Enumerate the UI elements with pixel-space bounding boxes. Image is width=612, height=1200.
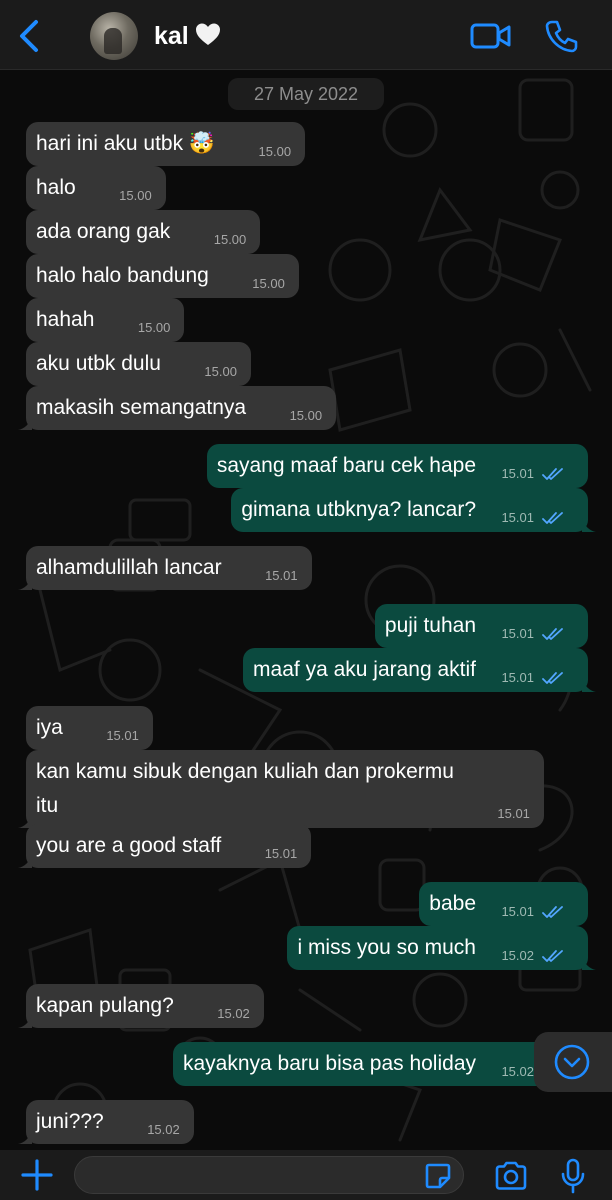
double-check-icon (542, 906, 563, 918)
incoming-message[interactable]: hari ini aku utbk 🤯 15.00 (26, 122, 306, 166)
message-text: ada orang gak (36, 220, 171, 243)
message-time: 15.00 (258, 144, 292, 159)
message-time: 15.00 (204, 364, 237, 379)
message-time: 15.00 (252, 276, 285, 291)
incoming-message[interactable]: halo 15.00 (26, 166, 166, 210)
message-text-line2: itu (36, 794, 59, 817)
scroll-down-button[interactable] (534, 1032, 612, 1092)
microphone-icon[interactable] (560, 1158, 586, 1194)
message-time: 15.02 (147, 1122, 180, 1137)
message-time: 15.01 (501, 904, 534, 919)
incoming-message[interactable]: hahah 15.00 (26, 298, 185, 342)
sticker-icon[interactable] (424, 1162, 452, 1190)
message-time: 15.01 (501, 670, 534, 685)
incoming-message[interactable]: halo halo bandung 15.00 (26, 254, 299, 298)
incoming-message[interactable]: iya 15.01 (26, 706, 153, 750)
outgoing-message[interactable]: gimana utbknya? lancar? 15.01 (231, 488, 596, 532)
outgoing-message[interactable]: i miss you so much 15.02 (287, 926, 596, 970)
outgoing-message[interactable]: maaf ya aku jarang aktif 15.01 (243, 648, 596, 692)
message-text: juni??? (36, 1110, 104, 1133)
video-call-icon[interactable] (470, 20, 512, 52)
bubble-tail (582, 518, 596, 532)
bubble-tail (18, 416, 32, 430)
message-text: hahah (36, 308, 95, 331)
message-text: halo halo bandung (36, 264, 209, 287)
message-time: 15.01 (106, 728, 139, 743)
date-separator: 27 May 2022 (228, 78, 384, 110)
contact-avatar[interactable] (90, 12, 138, 60)
message-text: makasih semangatnya (36, 396, 247, 419)
bubble-tail (18, 854, 32, 868)
incoming-message[interactable]: juni??? 15.02 (18, 1100, 194, 1144)
plus-icon[interactable] (20, 1158, 54, 1192)
bubble-tail (18, 576, 32, 590)
message-time: 15.02 (501, 1064, 534, 1079)
double-check-icon (542, 672, 563, 684)
message-time: 15.00 (213, 232, 247, 247)
message-time: 15.01 (501, 466, 534, 481)
incoming-message[interactable]: aku utbk dulu 15.00 (26, 342, 251, 386)
composer-bar (0, 1150, 612, 1200)
bubble-tail (18, 1130, 32, 1144)
message-time: 15.00 (137, 320, 171, 335)
message-text: puji tuhan (384, 614, 476, 637)
outgoing-message[interactable]: puji tuhan 15.01 (374, 604, 588, 648)
incoming-message[interactable]: you are a good staff 15.01 (18, 824, 312, 868)
incoming-message[interactable]: kan kamu sibuk dengan kuliah dan prokerm… (18, 750, 544, 828)
camera-icon[interactable] (494, 1160, 528, 1192)
bubble-tail (18, 1014, 32, 1028)
message-text: aku utbk dulu (36, 352, 161, 375)
message-list[interactable]: 27 May 2022 hari ini aku utbk 🤯 15.00 halo… (0, 70, 612, 1150)
white-heart-icon (196, 23, 220, 45)
back-chevron-icon[interactable] (14, 18, 44, 54)
message-text: alhamdulillah lancar (36, 556, 222, 579)
incoming-message[interactable]: ada orang gak 15.00 (26, 210, 261, 254)
message-text: babe (429, 892, 476, 915)
outgoing-message[interactable]: babe 15.01 (419, 882, 588, 926)
bubble-tail (582, 956, 596, 970)
message-time: 15.02 (217, 1006, 250, 1021)
message-text: you are a good staff (36, 834, 222, 857)
message-time: 15.00 (289, 408, 323, 423)
message-time: 15.00 (119, 188, 152, 203)
incoming-message[interactable]: kapan pulang? 15.02 (18, 984, 264, 1028)
outgoing-message[interactable]: sayang maaf baru cek hape 15.01 (206, 444, 588, 488)
message-input[interactable] (74, 1156, 464, 1194)
incoming-message[interactable]: makasih semangatnya 15.00 (18, 386, 337, 430)
message-text: sayang maaf baru cek hape (216, 454, 476, 477)
scroll-down-icon (554, 1044, 590, 1080)
message-time: 15.01 (501, 626, 534, 641)
double-check-icon (542, 468, 563, 480)
message-text: iya (36, 716, 63, 739)
message-time: 15.01 (497, 806, 530, 821)
double-check-icon (542, 512, 563, 524)
double-check-icon (542, 950, 563, 962)
chat-header: kal (0, 0, 612, 70)
message-text: gimana utbknya? lancar? (241, 498, 476, 521)
bubble-tail (582, 678, 596, 692)
message-time: 15.01 (501, 510, 534, 525)
message-text: halo (36, 176, 76, 199)
outgoing-message[interactable]: kayaknya baru bisa pas holiday 15.02 (172, 1042, 596, 1086)
message-text: maaf ya aku jarang aktif (253, 658, 476, 681)
phone-call-icon[interactable] (544, 18, 580, 54)
message-time: 15.01 (265, 568, 298, 583)
contact-name[interactable]: kal (154, 22, 189, 51)
message-text: kapan pulang? (36, 994, 174, 1017)
message-time: 15.02 (501, 948, 534, 963)
message-text: hari ini aku utbk 🤯 (36, 132, 216, 155)
message-text: kan kamu sibuk dengan kuliah dan prokerm… (36, 760, 454, 783)
incoming-message[interactable]: alhamdulillah lancar 15.01 (18, 546, 312, 590)
message-text: i miss you so much (297, 936, 476, 959)
message-time: 15.01 (264, 846, 298, 861)
message-text: kayaknya baru bisa pas holiday (182, 1052, 476, 1075)
double-check-icon (542, 628, 563, 640)
